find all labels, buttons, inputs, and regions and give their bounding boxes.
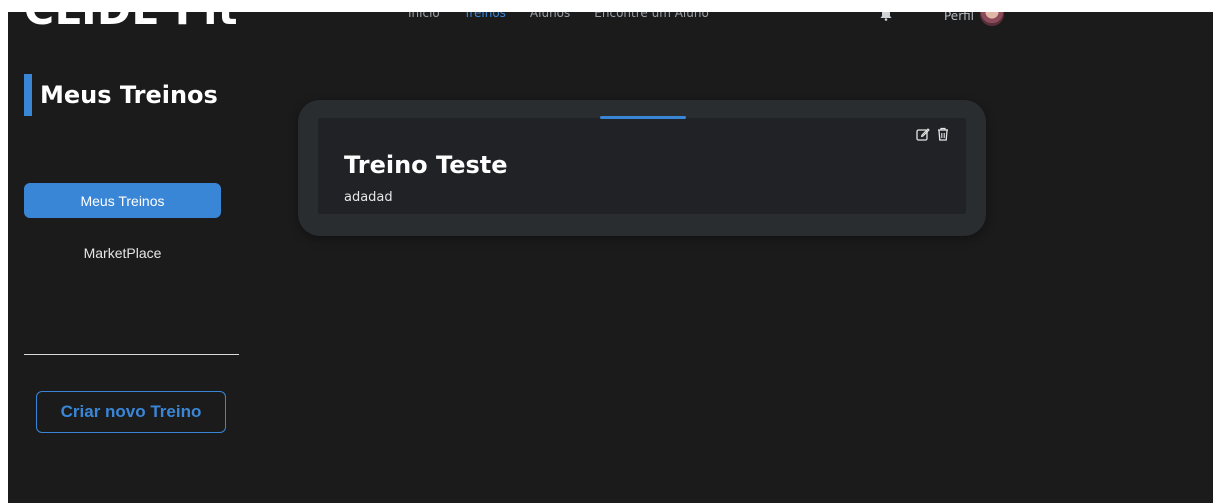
brand-logo[interactable]: CLIDE Fit — [24, 12, 238, 34]
edit-icon[interactable] — [916, 127, 930, 141]
workout-card-container: Treino Teste adadad — [298, 100, 986, 236]
top-nav: Início Treinos Alunos Encontre um Aluno — [408, 12, 709, 20]
nav-item-inicio[interactable]: Início — [408, 12, 440, 20]
profile-label: Perfil — [944, 12, 975, 23]
bell-icon[interactable] — [879, 12, 893, 21]
sidebar-title-text: Meus Treinos — [40, 81, 218, 109]
profile-menu[interactable]: Perfil — [944, 12, 1005, 26]
sidebar-item-marketplace[interactable]: MarketPlace — [24, 235, 221, 270]
sidebar-title-accent — [24, 74, 32, 116]
avatar — [980, 12, 1005, 26]
card-accent-bar — [600, 116, 686, 119]
nav-item-alunos[interactable]: Alunos — [530, 12, 570, 20]
sidebar-title: Meus Treinos — [24, 74, 218, 116]
sidebar-divider — [24, 354, 239, 355]
create-workout-button[interactable]: Criar novo Treino — [36, 391, 226, 433]
app-window: CLIDE Fit Início Treinos Alunos Encontre… — [8, 12, 1213, 503]
nav-item-encontre-aluno[interactable]: Encontre um Aluno — [594, 12, 709, 20]
workout-card[interactable]: Treino Teste adadad — [318, 116, 966, 214]
nav-item-treinos[interactable]: Treinos — [464, 12, 506, 20]
sidebar-item-meus-treinos[interactable]: Meus Treinos — [24, 183, 221, 218]
workout-title: Treino Teste — [344, 151, 508, 179]
card-actions — [916, 127, 950, 141]
trash-icon[interactable] — [936, 127, 950, 141]
workout-description: adadad — [344, 190, 393, 205]
